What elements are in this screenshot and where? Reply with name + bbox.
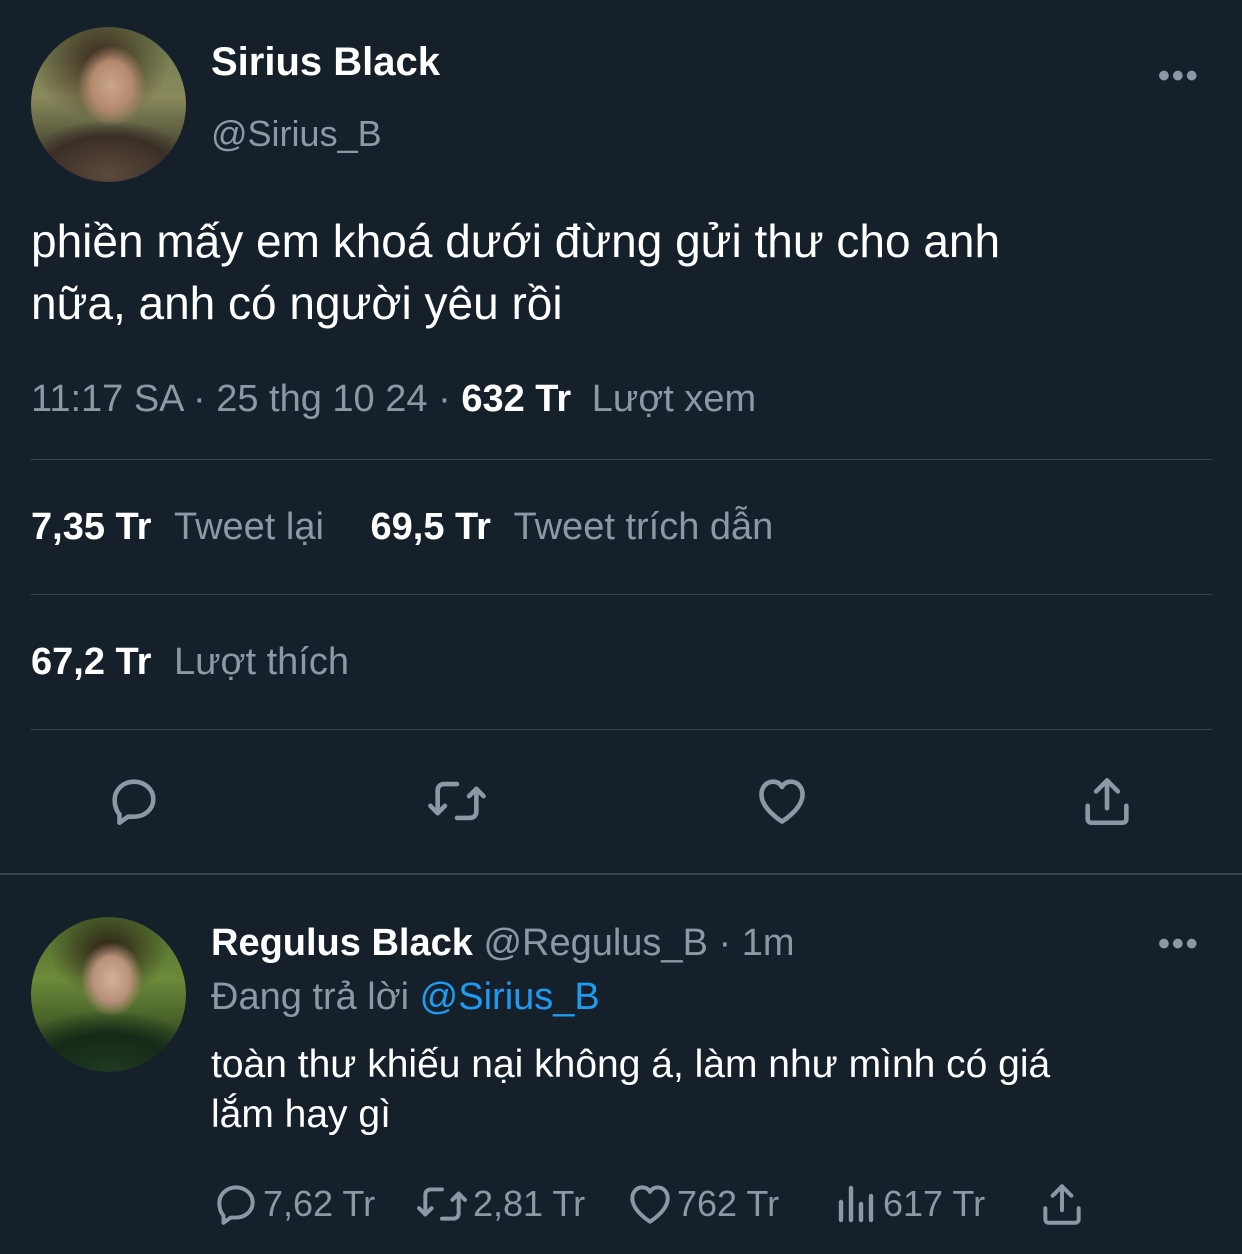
retweet-stats: 7,35 Tr Tweet lại 69,5 Tr Tweet trích dẫ… [31,506,773,549]
heart-icon [630,1185,670,1224]
retweet-count: 2,81 Tr [473,1183,586,1224]
views-label: Lượt xem [591,378,757,420]
divider [31,459,1212,460]
section-separator [0,873,1242,875]
quotes-link[interactable]: 69,5 Tr Tweet trích dẫn [371,506,774,548]
meta-separator: · [193,378,217,420]
views-action[interactable]: 617 Tr [833,1179,985,1229]
reply-author-handle[interactable]: @Regulus_B [483,922,707,964]
share-action[interactable] [1037,1179,1089,1229]
reply-text-line: toàn thư khiếu nại không á, làm như mình… [211,1043,1051,1086]
quotes-label: Tweet trích dẫn [513,506,774,548]
divider [31,594,1212,595]
share-icon[interactable] [1077,772,1137,830]
more-icon[interactable]: ••• [1158,925,1200,964]
tweet-time[interactable]: 11:17 SA [31,378,182,420]
heart-icon[interactable] [752,772,812,830]
reply-author-avatar[interactable] [31,917,186,1072]
views-count: 632 Tr [461,378,572,420]
like-count: 762 Tr [677,1183,780,1224]
retweets-label: Tweet lại [173,506,324,548]
tweet-text-line: phiền mấy em khoá dưới đừng gửi thư cho … [31,215,1001,267]
replying-to: Đang trả lời @Sirius_B [211,976,600,1019]
analytics-icon [838,1185,874,1223]
likes-stats[interactable]: 67,2 Tr Lượt thích [31,641,349,684]
reply-action[interactable]: 7,62 Tr [211,1179,375,1229]
retweet-icon[interactable] [424,772,490,830]
reply-text: toàn thư khiếu nại không á, làm như mình… [211,1040,1050,1140]
view-count: 617 Tr [883,1183,986,1224]
like-action[interactable]: 762 Tr [625,1179,779,1229]
author-avatar[interactable] [31,27,186,182]
reply-header: Regulus Black @Regulus_B · 1m [211,922,795,965]
retweets-link[interactable]: 7,35 Tr Tweet lại [31,506,335,548]
retweet-icon [417,1187,467,1221]
divider [31,729,1212,730]
more-icon[interactable]: ••• [1158,57,1200,96]
author-name[interactable]: Sirius Black [211,40,440,85]
tweet-text: phiền mấy em khoá dưới đừng gửi thư cho … [31,210,1000,334]
tweet-meta: 11:17 SA · 25 thg 10 24 · 632 Tr Lượt xe… [31,378,756,421]
tweet-date[interactable]: 25 thg 10 24 [216,378,427,420]
retweet-action[interactable]: 2,81 Tr [413,1179,585,1229]
retweets-count: 7,35 Tr [31,506,152,548]
reply-count: 7,62 Tr [263,1183,376,1224]
replying-to-link[interactable]: @Sirius_B [420,976,600,1018]
replying-prefix: Đang trả lời [211,976,410,1018]
reply-author-name[interactable]: Regulus Black [211,922,473,964]
share-icon [1043,1184,1081,1225]
likes-label: Lượt thích [173,641,349,683]
tweet-text-line: nữa, anh có người yêu rồi [31,277,563,329]
author-handle[interactable]: @Sirius_B [211,113,382,155]
reply-icon[interactable] [104,772,164,830]
reply-icon [217,1185,255,1225]
meta-separator: · [718,922,742,964]
likes-count: 67,2 Tr [31,641,152,683]
reply-text-line: lắm hay gì [211,1093,391,1136]
quotes-count: 69,5 Tr [370,506,491,548]
meta-separator: · [438,378,462,420]
reply-time[interactable]: 1m [742,922,795,964]
